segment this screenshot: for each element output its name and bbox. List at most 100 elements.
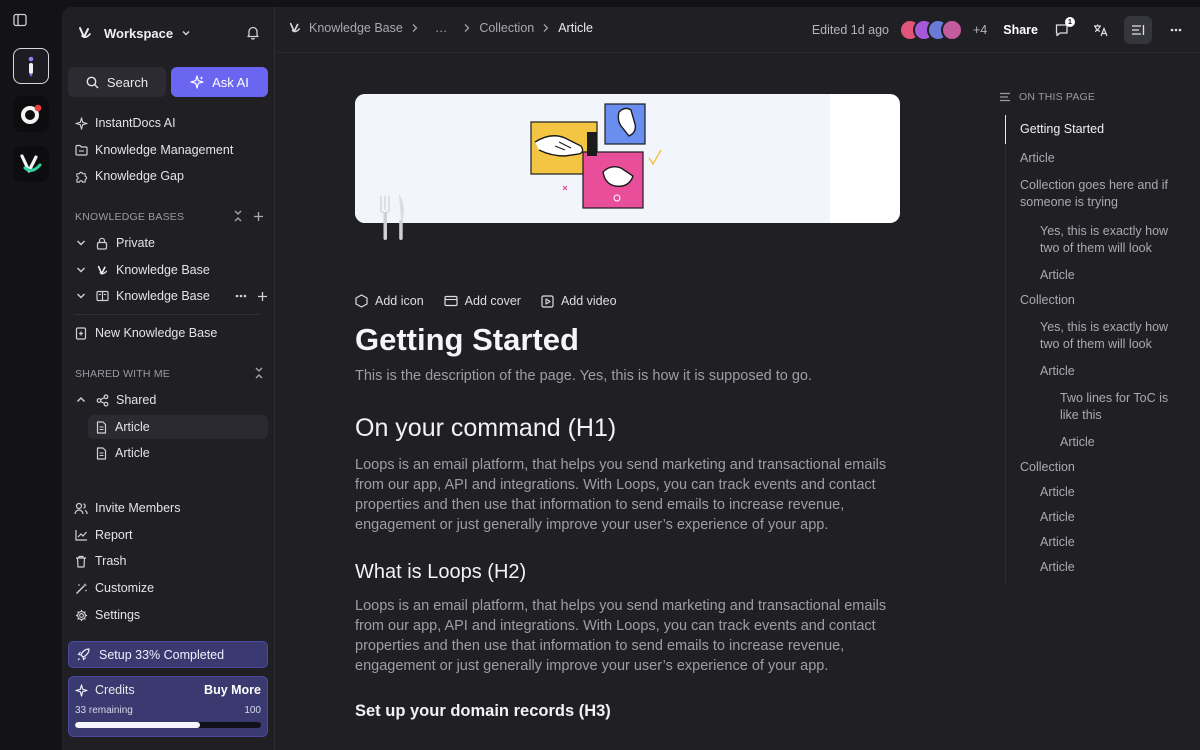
credits-label: Credits — [95, 683, 135, 697]
chevron-down-icon[interactable] — [74, 236, 88, 250]
table-of-contents-toggle[interactable] — [1124, 16, 1152, 44]
sidebar-item-knowledge-management[interactable]: Knowledge Management — [74, 138, 268, 162]
page-title[interactable]: Getting Started — [355, 322, 890, 358]
add-video-button[interactable]: Add video — [541, 294, 617, 308]
cover-image[interactable] — [355, 94, 900, 223]
sidebar-item-label: Knowledge Base — [116, 289, 210, 303]
toc-item[interactable]: Article — [1006, 509, 1195, 526]
toc-heading: ON THIS PAGE — [1019, 91, 1096, 103]
toc-item[interactable]: Article — [1006, 434, 1195, 451]
buy-more-button[interactable]: Buy More — [204, 683, 261, 697]
toc-item[interactable]: Collection goes here and if someone is t… — [1006, 177, 1195, 211]
translate-button[interactable] — [1086, 16, 1114, 44]
toc-item[interactable]: Getting Started — [1005, 115, 1195, 144]
sparkle-icon — [74, 116, 88, 130]
sidebar-item-instantdocs-ai[interactable]: InstantDocs AI — [74, 111, 268, 135]
toc-item[interactable]: Article — [1006, 484, 1195, 501]
toc-item[interactable]: Article — [1006, 534, 1195, 551]
document-body[interactable]: Getting Started This is the description … — [355, 322, 890, 733]
sidebar-item-label: Trash — [95, 554, 127, 568]
sidebar-item-private[interactable]: Private — [74, 231, 268, 255]
setup-progress-button[interactable]: Setup 33% Completed — [68, 641, 268, 668]
sidebar-item-label: Private — [116, 236, 155, 250]
sidebar-item-settings[interactable]: Settings — [74, 603, 268, 627]
toc-item[interactable]: Yes, this is exactly how two of them wil… — [1006, 223, 1195, 257]
translate-icon — [1093, 24, 1108, 37]
handshake-illustration — [530, 103, 662, 209]
add-cover-label: Add cover — [464, 294, 521, 308]
sidebar-item-label: Settings — [95, 608, 141, 622]
sidebar-item-label: Shared — [116, 393, 157, 407]
top-bar-actions: Edited 1d ago +4 Share 1 — [812, 15, 1190, 45]
list-icon — [1132, 25, 1145, 35]
chevron-up-icon[interactable] — [74, 393, 88, 407]
sidebar-toggle-icon[interactable] — [13, 13, 27, 27]
knowledge-bases-heading: KNOWLEDGE BASES — [75, 211, 185, 223]
app-switcher-second[interactable] — [13, 96, 49, 132]
comments-button[interactable]: 1 — [1048, 16, 1076, 44]
app-switcher-third[interactable] — [13, 146, 49, 182]
breadcrumb-current-article: Article — [558, 21, 593, 35]
document-icon — [94, 420, 108, 434]
document-icon — [94, 446, 108, 460]
divider — [74, 314, 260, 315]
chevron-down-icon[interactable] — [74, 289, 88, 303]
more-menu-button[interactable] — [1162, 16, 1190, 44]
toc-item[interactable]: Article — [1006, 363, 1195, 380]
add-knowledge-base-icon[interactable] — [253, 211, 264, 222]
sidebar-item-trash[interactable]: Trash — [74, 549, 268, 573]
toc-item[interactable]: Yes, this is exactly how two of them wil… — [1006, 319, 1195, 353]
new-knowledge-base-button[interactable]: New Knowledge Base — [74, 321, 268, 345]
plus-icon[interactable] — [257, 291, 268, 302]
more-options-icon[interactable] — [235, 294, 247, 298]
collapse-all-icon[interactable] — [233, 210, 243, 222]
paragraph[interactable]: Loops is an email platform, that helps y… — [355, 596, 890, 676]
add-icon-button[interactable]: Add icon — [355, 294, 424, 308]
rocket-icon — [77, 648, 90, 661]
chevron-right-icon — [542, 23, 550, 33]
page-icon-cutlery[interactable] — [373, 190, 409, 244]
heading-h3[interactable]: Set up your domain records (H3) — [355, 702, 890, 721]
app-switcher-instantdocs[interactable] — [13, 48, 49, 84]
toc-item[interactable]: Article — [1006, 267, 1195, 284]
toc-item[interactable]: Article — [1006, 559, 1195, 576]
add-cover-button[interactable]: Add cover — [444, 294, 521, 308]
page-description[interactable]: This is the description of the page. Yes… — [355, 368, 890, 384]
collaborator-avatars[interactable] — [898, 19, 963, 41]
workspace-switcher[interactable]: Workspace — [74, 19, 262, 47]
bell-icon[interactable] — [246, 25, 260, 40]
chevron-down-icon[interactable] — [74, 263, 88, 277]
extra-collaborators-count[interactable]: +4 — [973, 23, 987, 37]
sidebar-item-customize[interactable]: Customize — [74, 576, 268, 600]
share-button[interactable]: Share — [1003, 23, 1038, 37]
toc-item[interactable]: Two lines for ToC is like this — [1006, 390, 1195, 424]
sidebar-item-shared-article-2[interactable]: Article — [88, 441, 268, 465]
breadcrumb-knowledge-base[interactable]: Knowledge Base — [309, 21, 403, 35]
search-button[interactable]: Search — [68, 67, 166, 97]
breadcrumb: Knowledge Base … Collection Article — [289, 21, 593, 35]
sidebar-item-knowledge-base-1[interactable]: Knowledge Base — [74, 258, 268, 282]
app-logo-v-icon — [20, 154, 42, 173]
app-logo-icon — [21, 104, 42, 124]
breadcrumb-collection[interactable]: Collection — [479, 21, 534, 35]
ask-ai-button[interactable]: Ask AI — [171, 67, 268, 97]
toc-item[interactable]: Collection — [1006, 459, 1195, 476]
sidebar-item-shared-article-1[interactable]: Article — [88, 415, 268, 439]
sidebar-item-knowledge-gap[interactable]: Knowledge Gap — [74, 164, 268, 188]
heading-h1[interactable]: On your command (H1) — [355, 414, 890, 443]
breadcrumb-overflow[interactable]: … — [435, 21, 448, 35]
toc-item[interactable]: Collection — [1006, 292, 1195, 309]
heading-h2[interactable]: What is Loops (H2) — [355, 561, 890, 584]
setup-label: Setup 33% Completed — [99, 647, 225, 662]
add-icon-label: Add icon — [375, 294, 424, 308]
sidebar-item-invite-members[interactable]: Invite Members — [74, 496, 268, 520]
sidebar-item-report[interactable]: Report — [74, 523, 268, 547]
paragraph[interactable]: Loops is an email platform, that helps y… — [355, 455, 890, 535]
sidebar-item-shared[interactable]: Shared — [74, 388, 268, 412]
sidebar-item-label: Knowledge Gap — [95, 169, 184, 183]
puzzle-icon — [74, 169, 88, 183]
collapse-all-icon[interactable] — [254, 367, 264, 379]
toc-item[interactable]: Article — [1006, 150, 1195, 167]
trash-icon — [74, 554, 88, 568]
sidebar-item-knowledge-base-2[interactable]: Knowledge Base — [74, 284, 268, 308]
